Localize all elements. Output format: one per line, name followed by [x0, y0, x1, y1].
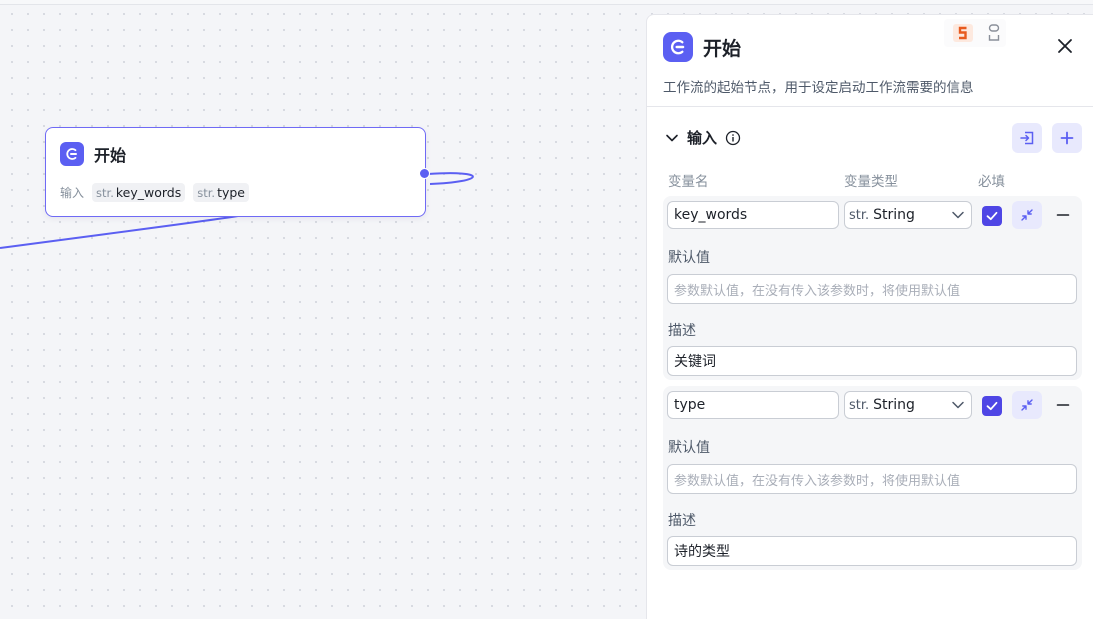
remove-variable-button[interactable]	[1055, 397, 1071, 413]
default-value-input[interactable]: 参数默认值，在没有传入该参数时，将使用默认值	[667, 274, 1077, 304]
variable-type-select[interactable]: str. String	[844, 391, 972, 419]
col-header-type: 变量类型	[844, 174, 898, 190]
output-handle[interactable]	[419, 168, 430, 179]
chip-name: type	[217, 185, 246, 200]
col-header-name: 变量名	[668, 174, 709, 190]
chip-type-prefix: str.	[96, 185, 114, 200]
variable-item: type str. String 默认值 参数默认值，在没有传入该参数时，将使用…	[663, 386, 1082, 570]
sogou-ime-icon	[953, 24, 973, 42]
ime-settings-icon	[988, 24, 1000, 41]
check-icon	[986, 401, 998, 411]
import-icon	[1020, 131, 1034, 145]
chevron-down-icon[interactable]	[665, 131, 679, 145]
collapse-button[interactable]	[1012, 201, 1042, 229]
workflow-edge	[0, 172, 474, 249]
start-node-inputs: 输入 str. key_words str. type	[60, 183, 250, 202]
required-checkbox[interactable]	[982, 396, 1002, 416]
chevron-down-icon	[951, 398, 965, 412]
inputs-label: 输入	[60, 186, 85, 200]
default-value-label: 默认值	[668, 250, 710, 266]
default-value-label: 默认值	[668, 440, 710, 456]
input-chip-type: str. type	[193, 183, 250, 202]
minus-icon	[1056, 214, 1070, 216]
check-icon	[986, 211, 998, 221]
collapse-icon	[1021, 209, 1033, 221]
inputs-section-header[interactable]: 输入	[665, 127, 741, 148]
variable-item: key_words str. String 默认值 参数默认值，在没有传入该参数…	[663, 196, 1082, 380]
start-node-title: 开始	[94, 146, 127, 165]
variable-type-select[interactable]: str. String	[844, 201, 972, 229]
type-value: String	[873, 397, 915, 413]
section-title: 输入	[687, 129, 718, 147]
start-icon	[663, 32, 693, 62]
import-button[interactable]	[1012, 123, 1042, 153]
chip-type-prefix: str.	[197, 185, 216, 200]
info-icon[interactable]	[725, 130, 741, 146]
type-value: String	[873, 207, 915, 223]
default-value-input[interactable]: 参数默认值，在没有传入该参数时，将使用默认值	[667, 464, 1077, 494]
input-chip-key-words: str. key_words	[92, 183, 186, 202]
start-node[interactable]: 开始 输入 str. key_words str. type	[45, 127, 430, 217]
ime-toolbar[interactable]	[944, 19, 1006, 47]
collapse-button[interactable]	[1012, 391, 1042, 419]
remove-variable-button[interactable]	[1055, 207, 1071, 223]
start-node-header: 开始	[60, 142, 126, 166]
close-icon[interactable]	[1054, 35, 1076, 57]
required-checkbox[interactable]	[982, 206, 1002, 226]
start-node-icon	[60, 142, 84, 166]
node-config-panel: 开始 工作流的起始节点，用于设定启动工作流需要的信息 输入 变量名 变量类型 必…	[646, 14, 1093, 619]
description-label: 描述	[668, 323, 696, 339]
chip-name: key_words	[115, 185, 182, 200]
type-prefix: str.	[849, 397, 870, 413]
panel-title: 开始	[703, 37, 742, 60]
divider	[647, 106, 1093, 107]
panel-description: 工作流的起始节点，用于设定启动工作流需要的信息	[663, 80, 974, 96]
type-prefix: str.	[849, 207, 870, 223]
variable-name-input[interactable]: key_words	[667, 201, 839, 229]
add-variable-button[interactable]	[1052, 123, 1082, 153]
description-label: 描述	[668, 513, 696, 529]
chevron-down-icon	[951, 208, 965, 222]
panel-header: 开始	[663, 32, 741, 62]
minus-icon	[1056, 404, 1070, 406]
col-header-required: 必填	[978, 174, 1005, 190]
plus-icon	[1060, 131, 1074, 145]
description-input[interactable]: 诗的类型	[667, 536, 1077, 566]
variable-name-input[interactable]: type	[667, 391, 839, 419]
collapse-icon	[1021, 399, 1033, 411]
description-input[interactable]: 关键词	[667, 346, 1077, 376]
